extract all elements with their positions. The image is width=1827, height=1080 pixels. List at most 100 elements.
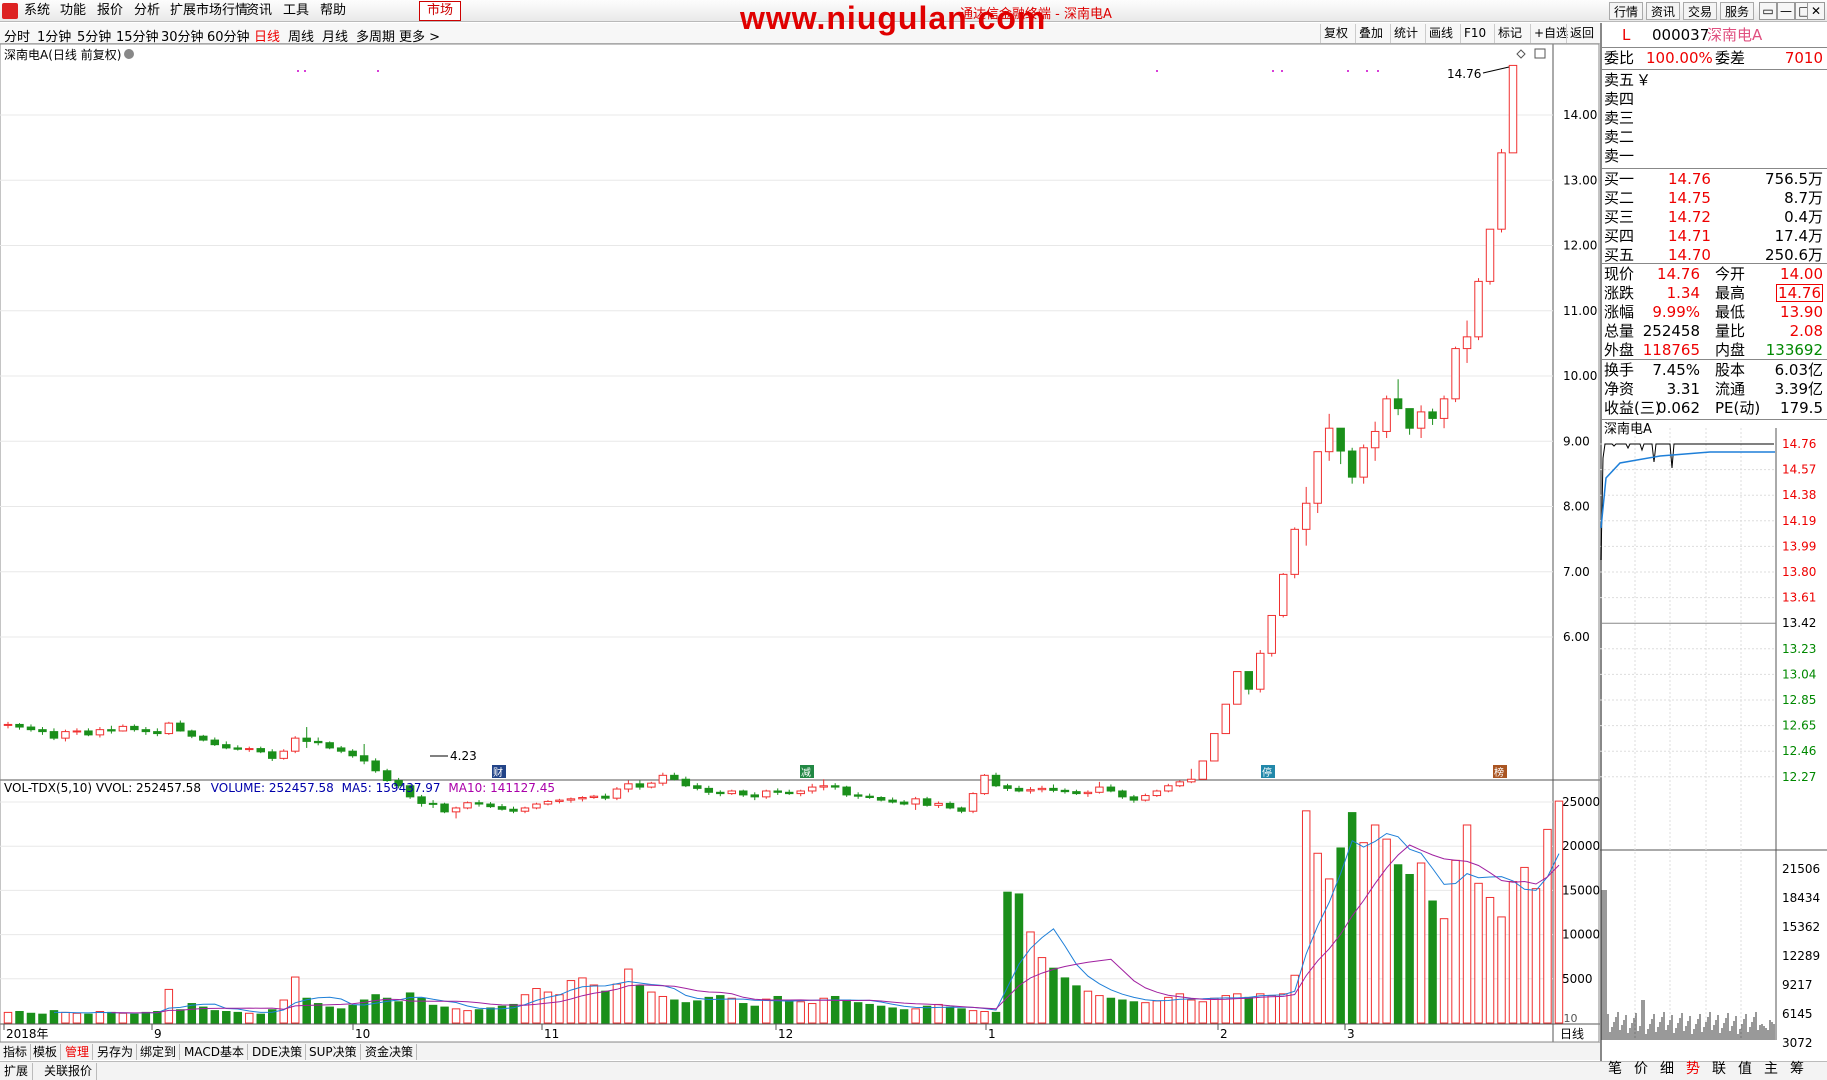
candle-body [1095,786,1104,793]
high-price-label: 14.76 [1447,67,1481,81]
low-price-label: 4.23 [450,749,477,763]
volume-bar [187,1003,197,1024]
signal-dot [297,70,299,72]
volume-bar [624,968,633,1024]
buy-level-volume: 756.5万 [1765,170,1823,188]
panel-bottom-tabs: 笔价细势联值主筹 [1600,1058,1827,1080]
candle-body [3,723,13,726]
stat-label: 股本 [1715,361,1746,379]
volume-bar [658,995,668,1024]
price-axis-label: 11.00 [1563,304,1597,318]
candle-body [1083,791,1093,795]
close-icon[interactable]: ✕ [1807,2,1825,20]
volume-bar [842,999,851,1024]
candle-body [1347,450,1357,478]
status-extend[interactable]: 扩展 [0,1063,34,1080]
restore-window-icon[interactable]: ▭ [1759,2,1777,20]
stat-value: 179.5 [1780,399,1823,417]
volume-bar [61,1011,70,1024]
buy-level-label: 买三 [1604,208,1635,226]
volume-bar [359,999,369,1024]
stat-value: 2.08 [1789,322,1823,340]
candle-body [876,797,886,801]
volume-bar [1405,873,1414,1024]
top-tab-quote[interactable]: 行情 [1609,2,1644,20]
mini-volume-label: 15362 [1782,920,1820,934]
signal-dot [304,70,306,72]
tab-bind[interactable]: 绑定到 [137,1044,181,1060]
volume-bar [865,1003,874,1024]
top-tab-service[interactable]: 服务 [1720,2,1755,20]
candle-body [543,800,553,805]
panel-tab[interactable]: 细 [1660,1060,1674,1078]
candle-body [463,802,472,809]
volume-bar [1474,882,1483,1024]
panel-tab[interactable]: 笔 [1608,1060,1622,1078]
top-tab-news[interactable]: 资讯 [1646,2,1681,20]
candle-body [555,799,564,802]
panel-tab[interactable]: 势 [1686,1060,1700,1078]
stat-label: 量比 [1715,322,1746,340]
candle-body [784,791,794,795]
volume-bar [819,997,828,1024]
tab-indicator[interactable]: 指标 [0,1044,32,1060]
tab-manage[interactable]: 管理 [62,1044,94,1060]
volume-axis-label: 10000 [1562,928,1600,942]
candle-body [497,806,507,810]
stat-value: 9.99% [1652,303,1700,321]
candle-body [256,748,265,753]
volume-bar [520,994,530,1024]
candle-body [658,774,668,784]
mini-price-label: 14.19 [1782,514,1816,528]
candle-body [819,785,828,788]
mini-price-label: 14.57 [1782,463,1816,477]
price-axis-label: 8.00 [1563,500,1590,514]
candle-body [279,750,288,759]
volume-bar [1049,967,1058,1024]
volume-bar [1428,900,1437,1024]
tab-save-as[interactable]: 另存为 [94,1044,138,1060]
panel-tab[interactable]: 筹 [1790,1060,1804,1078]
candle-body [164,722,174,735]
tab-macd[interactable]: MACD基本 [181,1044,248,1060]
panel-tab[interactable]: 联 [1712,1060,1726,1078]
stat-value: 6.03亿 [1774,361,1823,379]
candle-body [336,747,346,752]
intraday-minichart[interactable]: 14.76 14.57 14.38 14.19 13.99 13.80 13.61 13.42… [1600,428,1827,1058]
volume-bar [279,999,288,1024]
dropdown-icon [124,49,134,59]
volume-bar [1244,996,1253,1024]
volume-bar [15,1011,24,1024]
candle-body [222,744,231,749]
status-related-quote[interactable]: 关联报价 [40,1063,98,1080]
volume-bar [693,1000,702,1024]
vol-indicator-name[interactable]: VOL-TDX(5,10) [4,781,92,795]
candle-body [922,798,932,806]
candle-body [796,790,805,795]
top-tab-trade[interactable]: 交易 [1683,2,1718,20]
price-axis-label: 9.00 [1563,434,1590,448]
kline-chart[interactable]: 14.00 13.00 12.00 11.00 10.00 9.00 8.00 7.00 6.0… [0,0,1600,1042]
buy-level-price: 14.75 [1668,189,1711,207]
volume-bar [1393,864,1403,1024]
minimize-icon[interactable]: — [1777,2,1795,20]
mini-volume-label: 21506 [1782,862,1820,876]
volume-bar [566,980,576,1024]
site-watermark: www.niugulan.com [740,0,1047,36]
panel-tab[interactable]: 主 [1764,1060,1778,1078]
panel-tab[interactable]: 值 [1738,1060,1752,1078]
stat-label: 现价 [1604,265,1635,283]
panel-tab[interactable]: 价 [1634,1060,1648,1078]
tab-fund[interactable]: 资金决策 [362,1044,418,1060]
tab-template[interactable]: 模板 [30,1044,62,1060]
volume-bar [945,1006,955,1024]
candle-body [1244,671,1253,690]
mini-volume-label: 18434 [1782,891,1820,905]
tab-dde[interactable]: DDE决策 [249,1044,307,1060]
date-axis-label: 12 [778,1027,793,1041]
candle-body [176,722,185,732]
tab-sup[interactable]: SUP决策 [306,1044,361,1060]
candle-body [1187,778,1196,783]
candle-body [141,729,151,733]
stat-label: 内盘 [1715,341,1746,359]
